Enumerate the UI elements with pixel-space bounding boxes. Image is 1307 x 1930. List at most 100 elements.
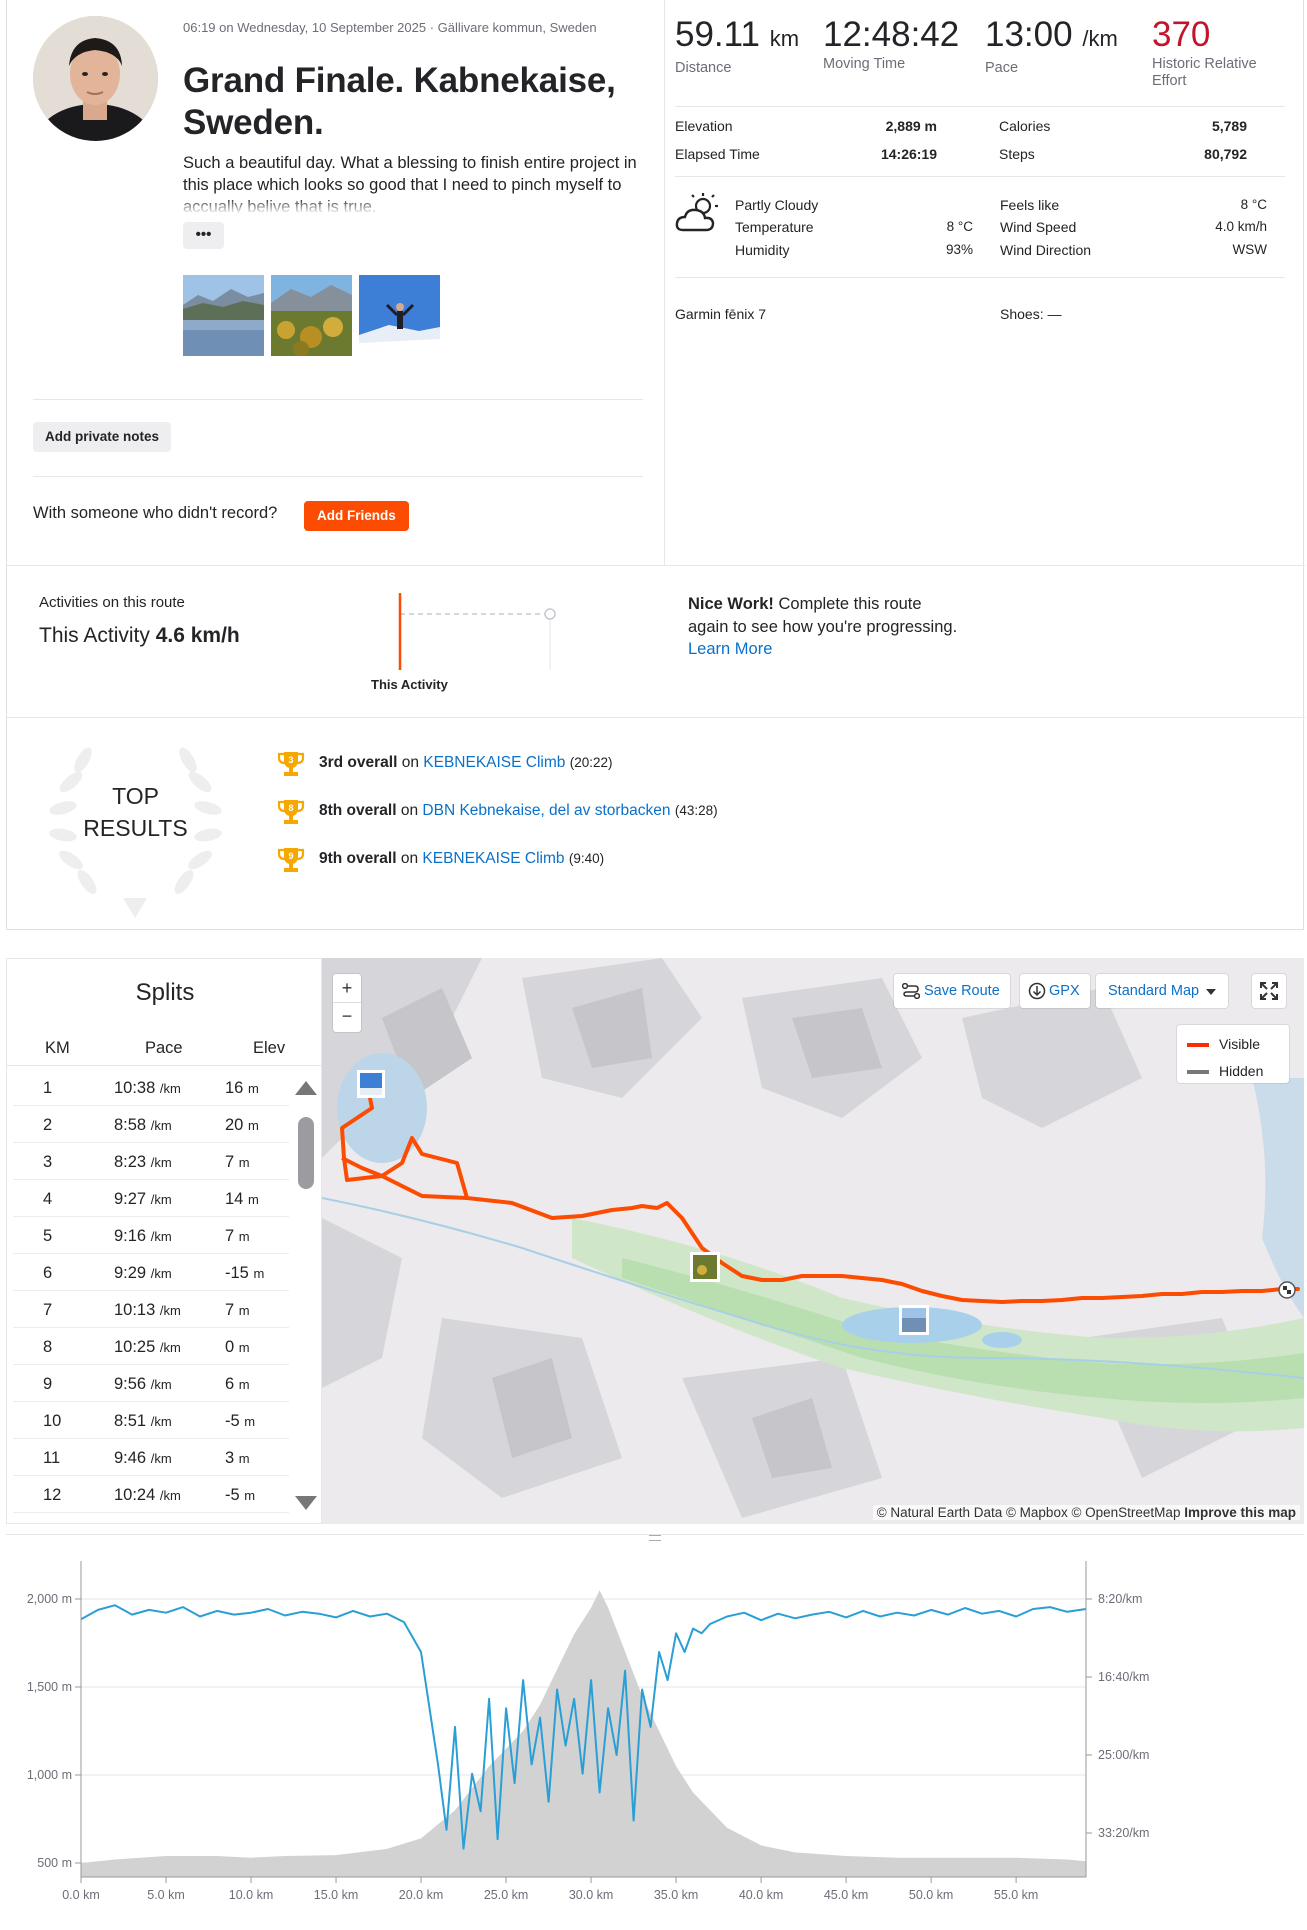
split-km: 1 bbox=[43, 1079, 53, 1097]
svg-text:3: 3 bbox=[288, 755, 293, 765]
split-elev-unit: m bbox=[238, 1377, 250, 1392]
split-row[interactable]: 11 9:46 /km 3 m bbox=[13, 1439, 289, 1476]
fullscreen-button[interactable] bbox=[1252, 974, 1286, 1008]
split-row[interactable]: 6 9:29 /km -15 m bbox=[13, 1254, 289, 1291]
result-place: 8th overall bbox=[319, 802, 397, 819]
split-pace: 10:24 /km bbox=[114, 1486, 181, 1504]
humidity-value: 93% bbox=[945, 242, 973, 257]
elevation-value: 2,889 m bbox=[885, 118, 937, 134]
result-on: on bbox=[400, 802, 419, 819]
map-style-label: Standard Map bbox=[1108, 983, 1200, 999]
x-tick-label: 50.0 km bbox=[909, 1888, 953, 1902]
wind-direction-label: Wind Direction bbox=[1000, 242, 1092, 258]
legend-hidden[interactable]: Hidden bbox=[1187, 1061, 1279, 1081]
activity-title: Grand Finale. Kabnekaise, Sweden. bbox=[183, 61, 616, 142]
x-tick-label: 55.0 km bbox=[994, 1888, 1038, 1902]
save-route-button[interactable]: Save Route bbox=[894, 974, 1010, 1008]
elevation-pace-chart[interactable]: 500 m 1,000 m 1,500 m 2,000 m 8:20/km 16:40/k… bbox=[6, 1534, 1304, 1924]
split-elev-unit: m bbox=[253, 1266, 265, 1281]
legend-visible[interactable]: Visible bbox=[1187, 1034, 1279, 1054]
route-map[interactable]: + − Save Route GPX Standard Map Visible … bbox=[322, 958, 1304, 1524]
split-pace-unit: /km bbox=[150, 1377, 172, 1392]
map-style-select[interactable]: Standard Map bbox=[1096, 974, 1228, 1008]
learn-more-link[interactable]: Learn More bbox=[688, 640, 772, 658]
split-pace: 8:23 /km bbox=[114, 1153, 172, 1171]
photo-marker-icon[interactable] bbox=[899, 1305, 929, 1335]
split-pace: 9:46 /km bbox=[114, 1449, 172, 1467]
more-button[interactable]: ••• bbox=[183, 222, 224, 249]
partly-cloudy-icon bbox=[675, 192, 721, 239]
divider bbox=[675, 176, 1285, 177]
split-row[interactable]: 8 10:25 /km 0 m bbox=[13, 1328, 289, 1365]
temperature-label: Temperature bbox=[735, 219, 814, 235]
map-canvas[interactable] bbox=[322, 958, 1304, 1524]
attribution-text: © Natural Earth Data © Mapbox © OpenStre… bbox=[876, 1505, 1181, 1520]
split-pace-unit: /km bbox=[159, 1081, 181, 1096]
split-row[interactable]: 9 9:56 /km 6 m bbox=[13, 1365, 289, 1402]
pace-value: 13:00 bbox=[985, 15, 1073, 54]
split-pace: 9:16 /km bbox=[114, 1227, 172, 1245]
photo-thumbnail[interactable] bbox=[271, 275, 352, 356]
segment-link[interactable]: KEBNEKAISE Climb bbox=[422, 850, 564, 867]
with-someone-text: With someone who didn't record? bbox=[33, 504, 278, 522]
split-row[interactable]: 7 10:13 /km 7 m bbox=[13, 1291, 289, 1328]
x-tick-label: 45.0 km bbox=[824, 1888, 868, 1902]
trophy-icon: 3 bbox=[277, 752, 305, 776]
split-row[interactable]: 4 9:27 /km 14 m bbox=[13, 1180, 289, 1217]
gpx-label: GPX bbox=[1049, 983, 1080, 999]
split-row[interactable]: 1 10:38 /km 16 m bbox=[13, 1069, 289, 1106]
split-elev: 7 m bbox=[225, 1227, 250, 1245]
avatar[interactable] bbox=[33, 16, 158, 141]
split-pace: 8:58 /km bbox=[114, 1116, 172, 1134]
result-on: on bbox=[401, 754, 419, 771]
stat-relative-effort[interactable]: 370 Historic Relative Effort bbox=[1152, 14, 1282, 90]
photo-thumbnail[interactable] bbox=[359, 275, 440, 356]
nice-work-message: Nice Work! Complete this route again to … bbox=[688, 593, 958, 661]
gpx-button[interactable]: GPX bbox=[1020, 974, 1090, 1008]
split-elev: 3 m bbox=[225, 1449, 250, 1467]
photo-thumbnail[interactable] bbox=[183, 275, 264, 356]
photo-marker-icon[interactable] bbox=[357, 1070, 385, 1098]
chart-svg[interactable]: 500 m 1,000 m 1,500 m 2,000 m 8:20/km 16:40/k… bbox=[6, 1535, 1304, 1925]
split-row[interactable]: 3 8:23 /km 7 m bbox=[13, 1143, 289, 1180]
temperature-value: 8 °C bbox=[946, 219, 973, 234]
splits-scrollbar-thumb[interactable] bbox=[298, 1117, 314, 1189]
segment-link[interactable]: KEBNEKAISE Climb bbox=[423, 754, 565, 771]
stat-pace: 13:00 /km Pace bbox=[985, 14, 1118, 77]
y-right-tick-label: 25:00/km bbox=[1098, 1748, 1149, 1762]
activity-meta: 06:19 on Wednesday, 10 September 2025 · … bbox=[183, 20, 597, 35]
split-row[interactable]: 10 8:51 /km -5 m bbox=[13, 1402, 289, 1439]
split-km: 7 bbox=[43, 1301, 53, 1319]
this-activity-speed: 4.6 km/h bbox=[155, 624, 240, 647]
zoom-in-button[interactable]: + bbox=[333, 974, 361, 1003]
x-tick-label: 30.0 km bbox=[569, 1888, 613, 1902]
zoom-out-button[interactable]: − bbox=[333, 1003, 361, 1032]
improve-map-link[interactable]: Improve this map bbox=[1184, 1505, 1296, 1520]
route-icon bbox=[901, 983, 921, 1000]
add-friends-button[interactable]: Add Friends bbox=[304, 501, 409, 531]
segment-link[interactable]: DBN Kebnekaise, del av storbacken bbox=[422, 802, 670, 819]
split-elev: 7 m bbox=[225, 1301, 250, 1319]
split-row[interactable]: 2 8:58 /km 20 m bbox=[13, 1106, 289, 1143]
split-pace-unit: /km bbox=[159, 1340, 181, 1355]
split-row[interactable]: 12 10:24 /km -5 m bbox=[13, 1476, 289, 1513]
distance-value: 59.11 bbox=[675, 15, 760, 54]
photo-marker-icon[interactable] bbox=[690, 1252, 720, 1282]
scroll-down-arrow-icon[interactable] bbox=[295, 1496, 317, 1510]
scroll-up-arrow-icon[interactable] bbox=[295, 1081, 317, 1095]
split-elev-unit: m bbox=[247, 1192, 259, 1207]
splits-title: Splits bbox=[135, 979, 195, 1006]
svg-text:8: 8 bbox=[288, 803, 293, 813]
split-pace: 10:38 /km bbox=[114, 1079, 181, 1097]
split-elev-unit: m bbox=[238, 1340, 250, 1355]
map-legend: Visible Hidden bbox=[1177, 1025, 1289, 1083]
device-name: Garmin fēnix 7 bbox=[675, 306, 767, 322]
split-row[interactable]: 5 9:16 /km 7 m bbox=[13, 1217, 289, 1254]
effort-label: Historic Relative Effort bbox=[1152, 56, 1257, 89]
weather-condition: Partly Cloudy bbox=[735, 197, 819, 213]
add-private-notes-button[interactable]: Add private notes bbox=[33, 422, 172, 452]
map-attribution: © Natural Earth Data © Mapbox © OpenStre… bbox=[872, 1505, 1300, 1520]
resize-handle-icon[interactable] bbox=[649, 1535, 661, 1541]
split-elev: 20 m bbox=[225, 1116, 259, 1134]
y-right-tick-label: 33:20/km bbox=[1098, 1826, 1149, 1840]
